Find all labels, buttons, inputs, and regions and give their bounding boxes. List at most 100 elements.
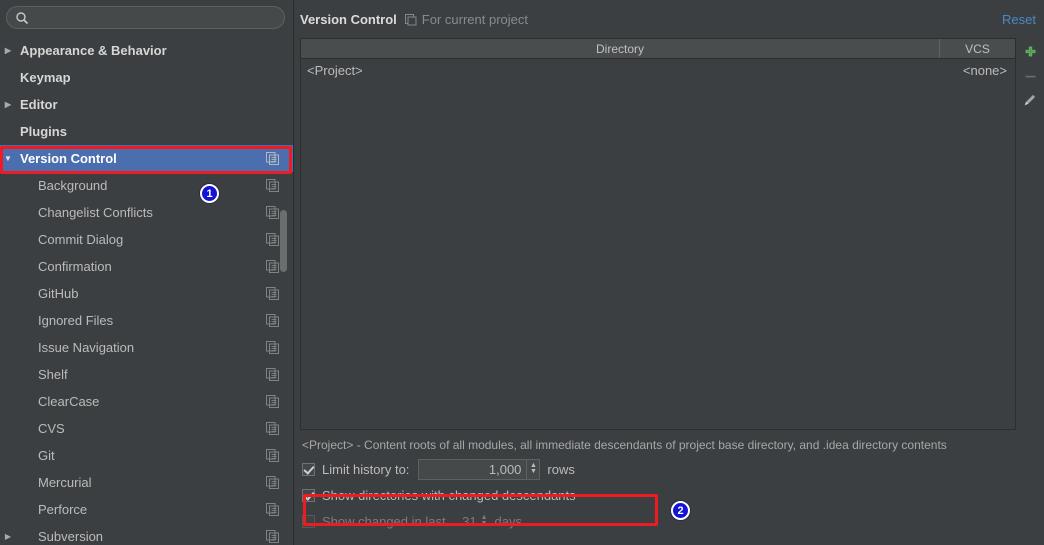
tree-arrow-placeholder: ▶ — [0, 290, 16, 298]
table-hint-text: <Project> - Content roots of all modules… — [302, 438, 947, 452]
sidebar-item-perforce[interactable]: ▶ Perforce — [0, 496, 293, 523]
sidebar-item-git[interactable]: ▶ Git — [0, 442, 293, 469]
copy-settings-icon — [266, 98, 279, 111]
directory-table-area: Directory VCS <Project> <none> — [294, 38, 1044, 430]
sidebar-item-label: Version Control — [20, 151, 117, 166]
limit-history-unit: rows — [547, 461, 575, 477]
column-header-vcs[interactable]: VCS — [939, 39, 1015, 58]
search-box[interactable] — [6, 6, 285, 29]
sidebar-item-confirmation[interactable]: ▶ Confirmation — [0, 253, 293, 280]
tree-arrow-placeholder: ▶ — [0, 398, 16, 406]
annotation-badge-2: 2 — [671, 501, 690, 520]
limit-history-checkbox[interactable] — [302, 462, 315, 476]
copy-settings-icon — [266, 44, 279, 57]
copy-settings-icon[interactable] — [266, 287, 279, 300]
sidebar-item-label: ClearCase — [38, 394, 100, 409]
cell-vcs: <none> — [962, 62, 1007, 78]
show-changed-checkbox[interactable] — [302, 514, 315, 528]
directory-table: Directory VCS <Project> <none> — [300, 38, 1016, 430]
sidebar-item-commit-dialog[interactable]: ▶ Commit Dialog — [0, 226, 293, 253]
cell-directory: <Project> — [307, 62, 363, 78]
copy-settings-icon[interactable] — [266, 449, 279, 462]
copy-settings-icon[interactable] — [266, 152, 279, 165]
copy-settings-icon[interactable] — [266, 314, 279, 327]
copy-settings-icon — [266, 125, 279, 138]
search-input[interactable] — [35, 10, 276, 25]
settings-tree: ▶ Appearance & Behavior ▶ Keymap ▶ Editor ▶ Plu… — [0, 35, 293, 545]
settings-sidebar: ▶ Appearance & Behavior ▶ Keymap ▶ Editor ▶ Plu… — [0, 0, 294, 545]
show-changed-stepper[interactable]: ▲ ▼ — [481, 514, 488, 527]
sidebar-item-ignored-files[interactable]: ▶ Ignored Files — [0, 307, 293, 334]
chevron-down-icon[interactable]: ▼ — [0, 154, 16, 163]
chevron-right-icon[interactable]: ▶ — [0, 46, 16, 55]
copy-settings-icon[interactable] — [266, 530, 279, 543]
sidebar-item-appearance-behavior[interactable]: ▶ Appearance & Behavior — [0, 37, 293, 64]
sidebar-item-label: Subversion — [38, 529, 104, 544]
copy-settings-icon[interactable] — [266, 503, 279, 516]
limit-history-value[interactable]: 1,000 — [419, 462, 526, 477]
tree-arrow-placeholder: ▶ — [0, 236, 16, 244]
sidebar-item-clearcase[interactable]: ▶ ClearCase — [0, 388, 293, 415]
tree-arrow-placeholder: ▶ — [0, 182, 16, 190]
sidebar-item-background[interactable]: ▶ Background — [0, 172, 293, 199]
stepper-down-icon[interactable]: ▼ — [481, 520, 488, 527]
sidebar-item-label: Plugins — [20, 124, 67, 139]
sidebar-item-editor[interactable]: ▶ Editor — [0, 91, 293, 118]
page-scope-label: For current project — [421, 11, 528, 27]
copy-settings-icon[interactable] — [266, 341, 279, 354]
sidebar-item-label: Perforce — [38, 502, 88, 517]
tree-arrow-placeholder: ▶ — [0, 371, 16, 379]
copy-settings-icon[interactable] — [266, 476, 279, 489]
show-directories-label: Show directories with changed descendant… — [322, 487, 576, 503]
tree-arrow-placeholder: ▶ — [0, 209, 16, 217]
copy-settings-icon[interactable] — [266, 233, 279, 246]
page-header: Version Control For current project Rese… — [294, 0, 1044, 38]
sidebar-scrollbar-thumb[interactable] — [280, 210, 287, 272]
sidebar-item-github[interactable]: ▶ GitHub — [0, 280, 293, 307]
sidebar-item-label: Commit Dialog — [38, 232, 124, 247]
tree-arrow-placeholder: ▶ — [0, 425, 16, 433]
column-header-directory[interactable]: Directory — [301, 39, 939, 58]
sidebar-item-changelist-conflicts[interactable]: ▶ Changelist Conflicts — [0, 199, 293, 226]
version-control-panel: Version Control For current project Rese… — [294, 0, 1044, 545]
sidebar-item-plugins[interactable]: ▶ Plugins — [0, 118, 293, 145]
show-changed-value[interactable]: 31 — [455, 514, 476, 529]
copy-settings-icon[interactable] — [266, 395, 279, 408]
copy-settings-icon[interactable] — [266, 179, 279, 192]
remove-mapping-button[interactable] — [1019, 64, 1041, 88]
chevron-right-icon[interactable]: ▶ — [0, 532, 16, 541]
table-row[interactable]: <Project> <none> — [301, 59, 1015, 81]
sidebar-item-cvs[interactable]: ▶ CVS — [0, 415, 293, 442]
copy-settings-icon[interactable] — [404, 13, 417, 26]
sidebar-item-label: GitHub — [38, 286, 79, 301]
copy-settings-icon[interactable] — [266, 260, 279, 273]
sidebar-item-label: Appearance & Behavior — [20, 43, 167, 58]
sidebar-item-label: Shelf — [38, 367, 68, 382]
sidebar-item-label: Background — [38, 178, 108, 193]
tree-arrow-placeholder: ▶ — [0, 128, 16, 136]
sidebar-item-label: Keymap — [20, 70, 71, 85]
show-changed-label: Show changed in last — [322, 513, 446, 529]
sidebar-item-keymap[interactable]: ▶ Keymap — [0, 64, 293, 91]
search-icon — [15, 11, 29, 25]
sidebar-item-mercurial[interactable]: ▶ Mercurial — [0, 469, 293, 496]
show-changed-unit: days — [494, 513, 522, 529]
copy-settings-icon[interactable] — [266, 422, 279, 435]
sidebar-item-shelf[interactable]: ▶ Shelf — [0, 361, 293, 388]
copy-settings-icon[interactable] — [266, 368, 279, 381]
limit-history-field[interactable]: 1,000 ▲ ▼ — [418, 458, 541, 480]
chevron-right-icon[interactable]: ▶ — [0, 100, 16, 109]
copy-settings-icon[interactable] — [266, 206, 279, 219]
limit-history-stepper[interactable]: ▲ ▼ — [526, 459, 539, 479]
show-directories-checkbox[interactable] — [302, 488, 315, 502]
show-directories-row: Show directories with changed descendant… — [294, 482, 1044, 508]
sidebar-item-subversion[interactable]: ▶ Subversion — [0, 523, 293, 545]
edit-mapping-button[interactable] — [1019, 88, 1041, 112]
sidebar-item-version-control[interactable]: ▼ Version Control — [0, 145, 293, 172]
sidebar-scrollbar-track[interactable] — [280, 35, 290, 540]
add-mapping-button[interactable] — [1019, 40, 1041, 64]
reset-link[interactable]: Reset — [1002, 12, 1036, 27]
sidebar-item-issue-navigation[interactable]: ▶ Issue Navigation — [0, 334, 293, 361]
stepper-down-icon[interactable]: ▼ — [530, 468, 537, 475]
limit-history-row: Limit history to: 1,000 ▲ ▼ rows — [294, 456, 1044, 482]
